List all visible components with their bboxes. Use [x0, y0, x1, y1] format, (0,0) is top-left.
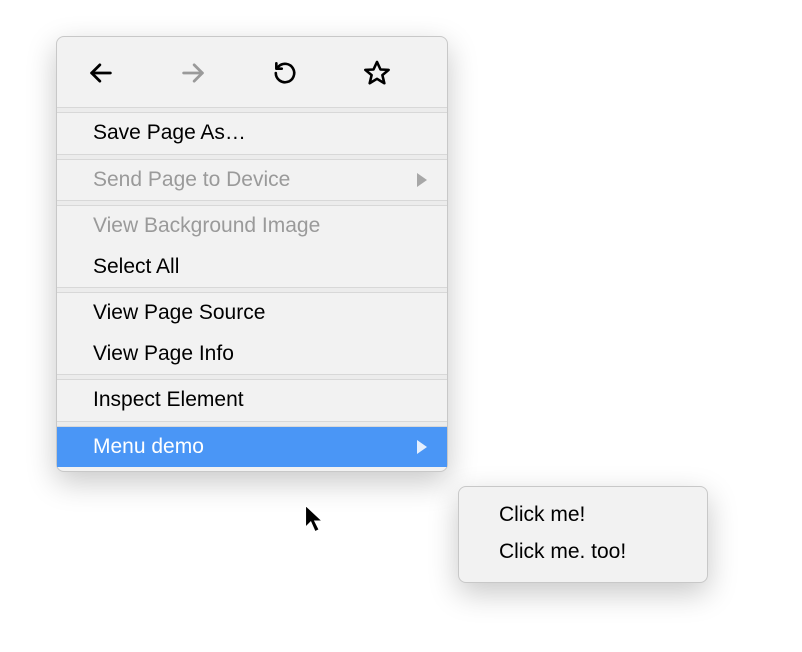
- menu-item-label: View Page Info: [93, 338, 234, 371]
- menu-item-view-page-source[interactable]: View Page Source: [57, 293, 447, 334]
- menu-item-save-page-as[interactable]: Save Page As…: [57, 113, 447, 154]
- menu-item-select-all[interactable]: Select All: [57, 247, 447, 288]
- submenu-item-label: Click me. too!: [499, 540, 626, 563]
- menu-item-label: Save Page As…: [93, 117, 246, 150]
- star-icon[interactable]: [361, 57, 393, 89]
- chevron-right-icon: [417, 440, 427, 454]
- cursor-icon: [304, 504, 326, 534]
- submenu-item-label: Click me!: [499, 503, 585, 526]
- menu-item-label: Menu demo: [93, 431, 204, 464]
- menu-item-view-background-image[interactable]: View Background Image: [57, 206, 447, 247]
- menu-item-label: Send Page to Device: [93, 164, 290, 197]
- menu-item-label: Select All: [93, 251, 179, 284]
- context-menu: Save Page As… Send Page to Device View B…: [56, 36, 448, 472]
- submenu-item-click-me-too[interactable]: Click me. too!: [459, 534, 707, 571]
- reload-icon[interactable]: [269, 57, 301, 89]
- chevron-right-icon: [417, 173, 427, 187]
- menu-item-label: View Background Image: [93, 210, 320, 243]
- menu-item-label: View Page Source: [93, 297, 265, 330]
- forward-icon[interactable]: [177, 57, 209, 89]
- submenu: Click me! Click me. too!: [458, 486, 708, 583]
- menu-item-label: Inspect Element: [93, 384, 244, 417]
- menu-item-view-page-info[interactable]: View Page Info: [57, 334, 447, 375]
- menu-item-menu-demo[interactable]: Menu demo: [57, 427, 447, 468]
- back-icon[interactable]: [85, 57, 117, 89]
- navigation-icon-row: [57, 43, 447, 107]
- menu-item-inspect-element[interactable]: Inspect Element: [57, 380, 447, 421]
- menu-item-send-page-to-device[interactable]: Send Page to Device: [57, 160, 447, 201]
- submenu-item-click-me[interactable]: Click me!: [459, 497, 707, 534]
